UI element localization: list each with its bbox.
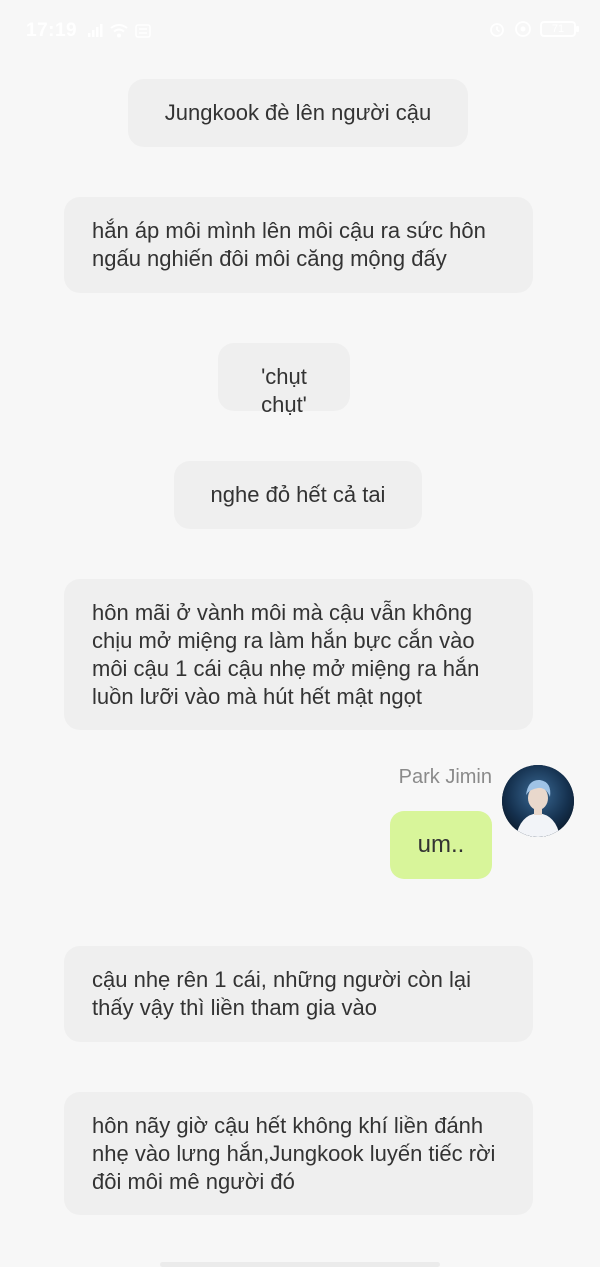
reply-text: um.. [417,831,465,858]
avatar[interactable] [502,765,574,837]
location-icon [514,20,532,38]
reply-bubble: um.. [390,811,492,879]
narration-text: 'chụt chụt' [261,364,307,417]
status-right-icons: 71 [488,20,579,38]
status-time: 17:19 [26,20,78,41]
next-bubble-edge [160,1262,440,1267]
signal-icon [86,22,104,40]
narration-bubble: 'chụt chụt' [218,343,350,417]
narration-text: hôn nãy giờ cậu hết không khí liền đánh … [92,1113,496,1194]
narration-bubble: Jungkook đè lên người cậu [128,79,468,147]
narration-text: hôn mãi ở vành môi mà cậu vẫn không chịu… [92,600,480,709]
narration-bubble: cậu nhẹ rên 1 cái, những người còn lại t… [64,946,533,1042]
narration-bubble: nghe đỏ hết cả tai [174,461,422,529]
narration-text: hắn áp môi mình lên môi cậu ra sức hôn n… [92,218,486,271]
narration-text: cậu nhẹ rên 1 cái, những người còn lại t… [92,967,472,1020]
avatar-portrait-icon [502,765,574,837]
narration-text: nghe đỏ hết cả tai [210,482,386,507]
status-left-icons [86,22,152,40]
alarm-icon [488,20,506,38]
battery-icon: 71 [540,21,579,37]
sender-name: Park Jimin [398,766,492,788]
narration-bubble: hôn nãy giờ cậu hết không khí liền đánh … [64,1092,533,1215]
data-speed-icon [134,22,152,40]
narration-text: Jungkook đè lên người cậu [164,100,432,125]
wifi-icon [110,22,128,40]
chat-story-screen: 17:19 71 Jungkook đè lên người cậu hắn á… [0,0,600,1267]
status-bar: 17:19 71 [0,0,600,62]
narration-bubble: hôn mãi ở vành môi mà cậu vẫn không chịu… [64,579,533,730]
narration-bubble: hắn áp môi mình lên môi cậu ra sức hôn n… [64,197,533,293]
